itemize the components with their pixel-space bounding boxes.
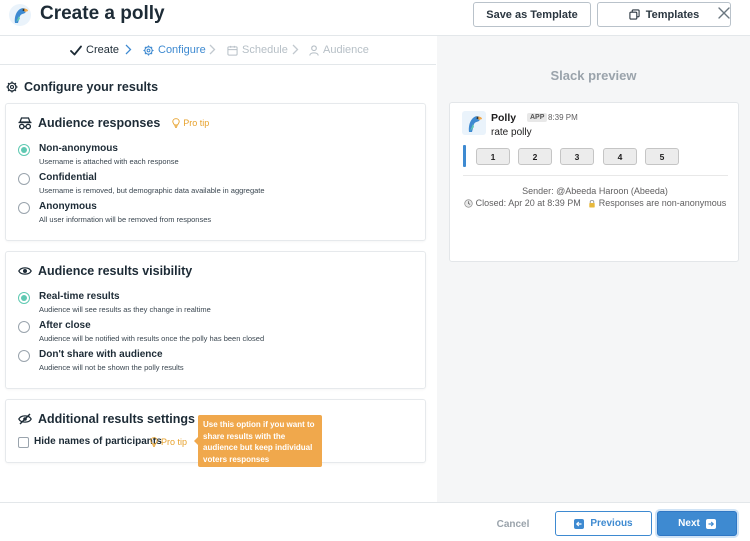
section-heading-text: Configure your results — [24, 80, 159, 94]
copy-icon — [629, 9, 640, 20]
audience-responses-card: Audience responses Pro tip Non-anonymous… — [5, 103, 426, 241]
chevron-right-icon — [292, 44, 299, 55]
slack-message-card: Polly APP 8:39 PM rate polly 1 2 3 4 5 S… — [449, 102, 739, 262]
arrow-left-icon — [574, 518, 585, 529]
closed-line: Closed: Apr 20 at 8:39 PM Responses are … — [450, 198, 740, 208]
save-as-template-label: Save as Template — [486, 8, 578, 21]
previous-label: Previous — [590, 518, 633, 529]
responses-text: Responses are non-anonymous — [598, 198, 727, 208]
vote-button-1[interactable]: 1 — [476, 148, 510, 165]
checkmark-icon — [70, 45, 82, 55]
arrow-right-icon — [705, 518, 716, 529]
calendar-icon — [227, 45, 238, 56]
user-icon — [309, 44, 319, 56]
card-title: Audience results visibility — [18, 264, 192, 278]
radio-button[interactable] — [18, 350, 30, 362]
gear-icon — [143, 44, 154, 56]
next-button[interactable]: Next — [657, 511, 737, 536]
card-title-text: Additional results settings — [38, 412, 195, 426]
step-label: Configure — [158, 44, 206, 56]
step-indicator: Create Configure Schedule Audience — [0, 36, 436, 64]
option-label: Real-time results — [39, 291, 120, 302]
step-configure[interactable]: Configure — [143, 44, 206, 56]
parrot-avatar-icon — [462, 111, 486, 135]
step-label: Create — [86, 44, 120, 56]
incognito-icon — [18, 116, 32, 129]
chevron-right-icon — [125, 44, 132, 55]
option-label: Non-anonymous — [39, 143, 118, 154]
previous-button[interactable]: Previous — [555, 511, 652, 536]
pro-tip-label: Pro tip — [161, 437, 188, 447]
pro-tip-tooltip: Use this option if you want to share res… — [194, 415, 322, 475]
lightbulb-icon — [172, 118, 180, 128]
footer-divider — [0, 502, 750, 503]
step-create[interactable]: Create — [70, 44, 119, 56]
radio-button[interactable] — [18, 144, 30, 156]
message-time: 8:39 PM — [548, 113, 578, 122]
vote-button-2[interactable]: 2 — [518, 148, 552, 165]
option-description: Username is removed, but demographic dat… — [39, 186, 265, 195]
radio-button[interactable] — [18, 321, 30, 333]
lock-icon — [589, 199, 595, 208]
option-description: All user information will be removed fro… — [39, 215, 212, 224]
cancel-button[interactable]: Cancel — [488, 514, 538, 534]
option-description: Audience will see results as they change… — [39, 305, 211, 314]
option-label: Anonymous — [39, 201, 97, 212]
header: Create a polly Save as Template Template… — [0, 0, 750, 36]
pro-tip-label: Pro tip — [183, 118, 210, 128]
next-label: Next — [678, 518, 700, 529]
gear-icon — [6, 81, 18, 93]
option-description: Username is attached with each response — [39, 157, 179, 166]
option-label: After close — [39, 320, 91, 331]
option-description: Audience will be notified with results o… — [39, 334, 265, 343]
message-divider — [463, 175, 728, 176]
radio-button[interactable] — [18, 173, 30, 185]
eye-slash-icon — [18, 413, 32, 425]
slack-preview-pane: Slack preview Polly APP 8:39 PM rate pol… — [437, 36, 750, 503]
page-title: Create a polly — [40, 3, 165, 24]
templates-label: Templates — [645, 8, 700, 21]
card-title-text: Audience results visibility — [38, 264, 193, 278]
preview-title: Slack preview — [550, 68, 637, 83]
sender-text: Sender: @Abeeda Haroon (Abeeda) — [522, 186, 668, 196]
vote-button-4[interactable]: 4 — [603, 148, 637, 165]
closed-text: Closed: Apr 20 at 8:39 PM — [475, 198, 581, 208]
results-visibility-card: Audience results visibility Real-time re… — [5, 251, 426, 389]
pro-tip-link[interactable]: Pro tip — [150, 437, 187, 447]
step-label: Schedule — [242, 44, 288, 56]
parrot-logo-icon — [9, 4, 31, 26]
vote-button-5[interactable]: 5 — [645, 148, 679, 165]
radio-button[interactable] — [18, 292, 30, 304]
steps-divider — [0, 64, 436, 65]
save-as-template-button[interactable]: Save as Template — [473, 2, 591, 27]
eye-icon — [18, 267, 32, 275]
clock-icon — [464, 198, 473, 208]
vote-button-3[interactable]: 3 — [560, 148, 594, 165]
step-audience[interactable]: Audience — [309, 44, 369, 56]
lightbulb-icon — [150, 437, 158, 447]
card-title: Additional results settings — [18, 412, 195, 426]
option-description: Audience will not be shown the polly res… — [39, 363, 184, 372]
close-icon[interactable] — [715, 4, 733, 22]
radio-button[interactable] — [18, 202, 30, 214]
checkbox[interactable] — [18, 437, 29, 448]
step-label: Audience — [323, 44, 369, 56]
card-title: Audience responses Pro tip — [18, 116, 209, 130]
option-label: Don't share with audience — [39, 349, 163, 360]
chevron-right-icon — [209, 44, 216, 55]
app-badge: APP — [527, 113, 548, 122]
bot-name: Polly — [491, 112, 517, 124]
step-schedule[interactable]: Schedule — [227, 44, 288, 56]
message-text: rate polly — [491, 127, 532, 138]
option-label: Confidential — [39, 172, 97, 183]
templates-button[interactable]: Templates — [597, 2, 731, 27]
section-heading: Configure your results — [6, 80, 158, 94]
pro-tip-link[interactable]: Pro tip — [172, 118, 209, 128]
card-title-text: Audience responses — [38, 116, 161, 130]
option-label: Hide names of participants — [34, 436, 162, 447]
attachment-bar — [463, 145, 466, 167]
